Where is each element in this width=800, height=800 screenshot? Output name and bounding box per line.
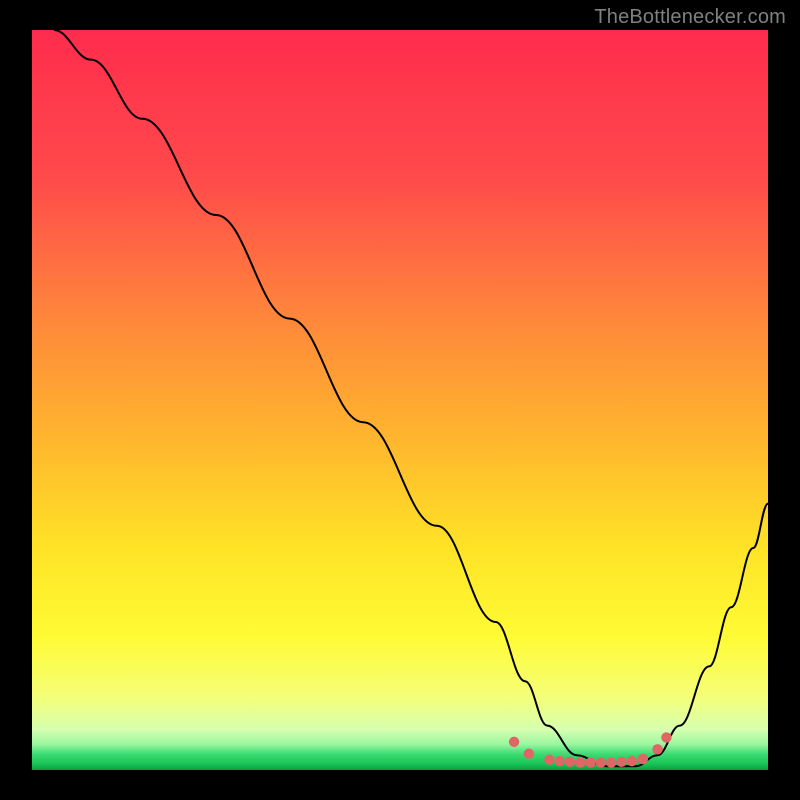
marker-dot (575, 757, 585, 767)
bottleneck-chart (0, 0, 800, 800)
marker-dot (585, 757, 595, 767)
marker-dot (509, 737, 519, 747)
marker-dot (661, 732, 671, 742)
marker-dot (616, 757, 626, 767)
marker-dot (638, 754, 648, 764)
marker-dot (524, 749, 534, 759)
plot-background (32, 30, 768, 770)
marker-dot (652, 744, 662, 754)
marker-dot (565, 757, 575, 767)
marker-dot (544, 754, 554, 764)
attribution-label: TheBottlenecker.com (594, 6, 786, 29)
marker-dot (596, 757, 606, 767)
marker-dot (627, 756, 637, 766)
marker-dot (606, 757, 616, 767)
marker-dot (555, 756, 565, 766)
